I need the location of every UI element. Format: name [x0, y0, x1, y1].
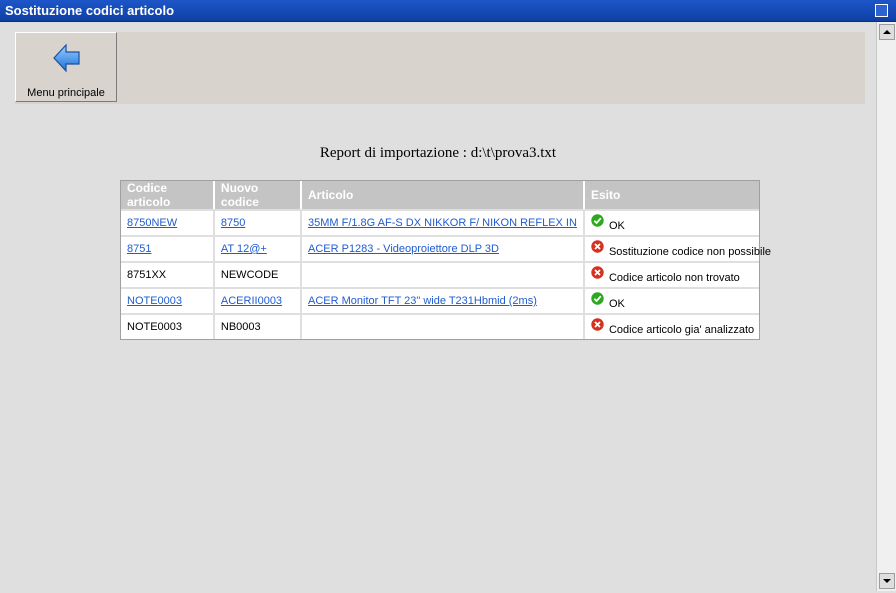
header-codice-articolo: Codice articolo: [121, 181, 215, 209]
main-content: Menu principale Report di importazione :…: [0, 22, 876, 591]
articolo-link[interactable]: ACER P1283 - Videoproiettore DLP 3D: [308, 243, 499, 255]
close-icon[interactable]: [875, 4, 888, 17]
codice-text: 8751XX: [121, 261, 215, 287]
title-bar: Sostituzione codici articolo: [0, 0, 896, 22]
ok-check-icon: [591, 292, 604, 305]
articolo-link[interactable]: 35MM F/1.8G AF-S DX NIKKOR F/ NIKON REFL…: [308, 217, 577, 229]
window-title: Sostituzione codici articolo: [5, 3, 175, 18]
report-title: Report di importazione : d:\t\prova3.txt: [319, 145, 557, 161]
header-nuovo-codice: Nuovo codice: [214, 181, 302, 209]
codice-link[interactable]: NOTE0003: [127, 295, 182, 307]
table-row: NOTE0003 NB0003 Codice articolo gia' ana…: [121, 313, 759, 339]
vertical-scrollbar[interactable]: [876, 22, 896, 591]
nuovo-codice-link[interactable]: AT 12@+: [221, 243, 267, 255]
back-arrow-icon: [53, 43, 80, 73]
error-x-icon: [591, 240, 604, 253]
table-header-row: Codice articolo Nuovo codice Articolo Es…: [121, 181, 759, 209]
arrow-up-icon: [883, 30, 891, 34]
nuovo-codice-text: NB0003: [214, 313, 302, 339]
codice-link[interactable]: 8751: [127, 243, 151, 255]
toolbar: Menu principale: [15, 32, 865, 104]
scroll-up-button[interactable]: [879, 24, 895, 40]
articolo-link[interactable]: ACER Monitor TFT 23" wide T231Hbmid (2ms…: [308, 295, 537, 307]
error-x-icon: [591, 318, 604, 331]
codice-link[interactable]: 8750NEW: [127, 217, 177, 229]
ok-check-icon: [591, 214, 604, 227]
report-table: Codice articolo Nuovo codice Articolo Es…: [120, 180, 771, 340]
arrow-down-icon: [883, 579, 891, 583]
nuovo-codice-link[interactable]: ACERII0003: [221, 295, 282, 307]
esito-text: OK: [608, 220, 625, 232]
table-row: 8750NEW 8750 35MM F/1.8G AF-S DX NIKKOR …: [121, 209, 759, 235]
table-row: 8751 AT 12@+ ACER P1283 - Videoproiettor…: [121, 235, 771, 261]
table-row: 8751XX NEWCODE Codice articolo non trova…: [121, 261, 759, 287]
menu-principale-button[interactable]: Menu principale: [15, 32, 117, 102]
codice-text: NOTE0003: [121, 313, 215, 339]
nuovo-codice-text: NEWCODE: [214, 261, 302, 287]
esito-text: Codice articolo non trovato: [608, 272, 740, 284]
esito-text: Codice articolo gia' analizzato: [608, 324, 755, 336]
table-row: NOTE0003 ACERII0003 ACER Monitor TFT 23"…: [121, 287, 759, 313]
articolo-text: [301, 313, 585, 339]
error-x-icon: [591, 266, 604, 279]
header-esito: Esito: [584, 181, 759, 209]
articolo-text: [301, 261, 585, 287]
nuovo-codice-link[interactable]: 8750: [221, 217, 245, 229]
scroll-down-button[interactable]: [879, 573, 895, 589]
esito-text: Sostituzione codice non possibile: [608, 246, 771, 258]
header-articolo: Articolo: [301, 181, 585, 209]
esito-text: OK: [608, 298, 625, 310]
menu-principale-label: Menu principale: [27, 87, 105, 99]
